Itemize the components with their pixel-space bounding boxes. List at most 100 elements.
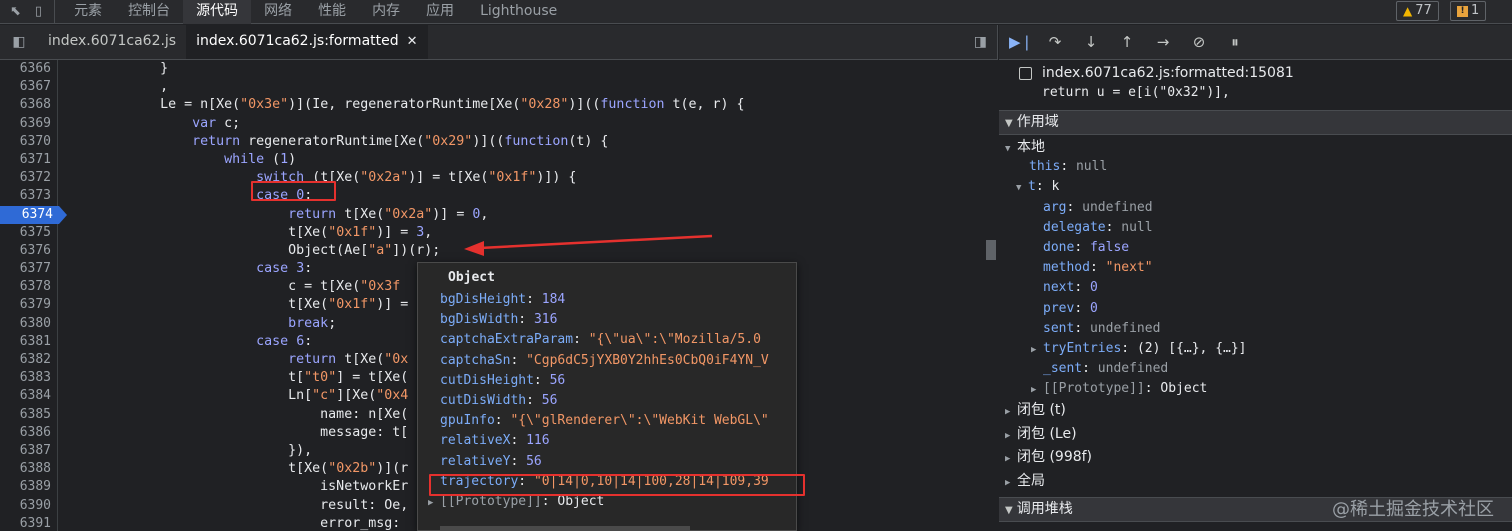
popover-property-row[interactable]: gpuInfo: "{\"glRenderer\":\"WebKit WebGL… [418, 411, 796, 431]
line-number[interactable]: 6367 [0, 78, 57, 96]
scope-prototype-row[interactable]: ▶ [[Prototype]]: Object [999, 379, 1512, 399]
popover-property-row[interactable]: cutDisHeight: 56 [418, 371, 796, 391]
code-line[interactable]: case 0: [64, 187, 979, 205]
popover-property-row[interactable]: relativeY: 56 [418, 452, 796, 472]
scope-property-row[interactable]: done: false [999, 238, 1512, 258]
scope-sent2-row[interactable]: _sent: undefined [999, 359, 1512, 379]
panel-tabs: 元素 控制台 源代码 网络 性能 内存 应用 Lighthouse [55, 0, 570, 24]
scope-property-row[interactable]: delegate: null [999, 218, 1512, 238]
code-line[interactable]: } [64, 60, 979, 78]
line-number-gutter[interactable]: 6366 6367 6368 6369 6370 6371 6372 6373 6374 6375… [0, 60, 67, 531]
line-number[interactable]: 6368 [0, 96, 57, 114]
errors-badge[interactable]: ! 1 [1450, 1, 1487, 21]
popover-property-row[interactable]: bgDisWidth: 316 [418, 310, 796, 330]
panel-tab[interactable]: 元素 [61, 0, 115, 24]
line-number[interactable]: 6374 [0, 205, 67, 224]
scope-closure-row[interactable]: ▶ 闭包 (t) [999, 399, 1512, 423]
line-number[interactable]: 6388 [0, 460, 57, 478]
breakpoint-item[interactable]: index.6071ca62.js:formatted:15081 [999, 63, 1512, 83]
panel-tab[interactable]: Lighthouse [467, 0, 570, 24]
line-number[interactable]: 6383 [0, 369, 57, 387]
line-number[interactable]: 6382 [0, 351, 57, 369]
line-number[interactable]: 6384 [0, 387, 57, 405]
line-number[interactable]: 6375 [0, 224, 57, 242]
code-line[interactable]: Le = n[Xe("0x3e")](Ie, regeneratorRuntim… [64, 96, 979, 114]
code-line[interactable]: return t[Xe("0x2a")] = 0, [64, 206, 979, 224]
line-number[interactable]: 6385 [0, 406, 57, 424]
line-number[interactable]: 6372 [0, 169, 57, 187]
line-number[interactable]: 6377 [0, 260, 57, 278]
property-value: Object [557, 493, 605, 509]
warnings-badge[interactable]: ▲ 77 [1396, 1, 1439, 21]
step-into-icon[interactable]: ↓ [1081, 33, 1101, 51]
scope-this-row[interactable]: this: null [999, 157, 1512, 177]
panel-tab[interactable]: 网络 [251, 0, 305, 24]
code-line[interactable]: switch (t[Xe("0x2a")] = t[Xe("0x1f")]) { [64, 169, 979, 187]
popover-scrollbar[interactable] [440, 526, 690, 530]
line-number[interactable]: 6391 [0, 515, 57, 531]
line-number[interactable]: 6390 [0, 497, 57, 515]
inspect-element-icon[interactable]: ⬉ [10, 5, 21, 18]
scope-property-row[interactable]: sent: undefined [999, 319, 1512, 339]
code-line[interactable]: t[Xe("0x1f")] = 3, [64, 224, 979, 242]
line-number[interactable]: 6386 [0, 424, 57, 442]
popover-property-row[interactable]: bgDisHeight: 184 [418, 290, 796, 310]
panel-tab[interactable]: 内存 [359, 0, 413, 24]
callstack-header-label: 调用堆栈 [1016, 501, 1073, 517]
line-number[interactable]: 6380 [0, 315, 57, 333]
breakpoint-checkbox[interactable] [1019, 66, 1032, 80]
scope-property-row[interactable]: prev: 0 [999, 299, 1512, 319]
line-number[interactable]: 6376 [0, 242, 57, 260]
panel-tab[interactable]: 性能 [305, 0, 359, 24]
panel-tab[interactable]: 应用 [413, 0, 467, 24]
code-line[interactable]: var c; [64, 115, 979, 133]
property-key: cutDisHeight [440, 372, 534, 388]
file-tab-label: index.6071ca62.js:formatted [196, 33, 399, 49]
line-number[interactable]: 6373 [0, 187, 57, 205]
toggle-debugger-icon[interactable]: ◨ [974, 34, 987, 50]
code-line[interactable]: Object(Ae["a"])(r); [64, 242, 979, 260]
popover-property-row[interactable]: cutDisWidth: 56 [418, 391, 796, 411]
scrollbar-thumb[interactable] [986, 240, 996, 260]
scope-t-row[interactable]: ▼ t: k [999, 177, 1512, 197]
line-number[interactable]: 6381 [0, 333, 57, 351]
scope-property-row[interactable]: next: 0 [999, 278, 1512, 298]
file-tab-index-js[interactable]: index.6071ca62.js [38, 24, 186, 59]
code-line[interactable]: while (1) [64, 151, 979, 169]
line-number[interactable]: 6389 [0, 478, 57, 496]
scope-key: tryEntries [1043, 340, 1122, 356]
line-number[interactable]: 6379 [0, 296, 57, 314]
scope-property-row[interactable]: method: "next" [999, 258, 1512, 278]
panel-tab[interactable]: 控制台 [115, 0, 183, 24]
pause-on-exceptions-icon[interactable]: ⏸ [1225, 33, 1245, 51]
scope-tryentries-row[interactable]: ▶ tryEntries: (2) [{…}, {…}] [999, 339, 1512, 359]
code-line[interactable]: , [64, 78, 979, 96]
step-over-icon[interactable]: ↷ [1045, 33, 1065, 51]
vertical-scrollbar[interactable] [984, 60, 998, 531]
popover-property-row[interactable]: relativeX: 116 [418, 431, 796, 451]
scope-local-row[interactable]: ▼ 本地 [999, 137, 1512, 157]
scope-section-header[interactable]: ▼ 作用域 [999, 110, 1512, 135]
scope-closure-row[interactable]: ▶ 闭包 (Le) [999, 423, 1512, 447]
deactivate-breakpoints-icon[interactable]: ⊘ [1189, 33, 1209, 51]
line-number[interactable]: 6387 [0, 442, 57, 460]
line-number[interactable]: 6366 [0, 60, 57, 78]
scope-property-row[interactable]: arg: undefined [999, 198, 1512, 218]
device-toolbar-icon[interactable]: ▯ [35, 5, 42, 18]
toggle-navigator-icon[interactable]: ◧ [0, 24, 38, 59]
line-number[interactable]: 6370 [0, 133, 57, 151]
scope-closure-row[interactable]: ▶ 闭包 (998f) [999, 446, 1512, 470]
code-line[interactable]: return regeneratorRuntime[Xe("0x29")]((f… [64, 133, 979, 151]
line-number[interactable]: 6369 [0, 115, 57, 133]
scope-global-row[interactable]: ▶ 全局 [999, 470, 1512, 493]
line-number[interactable]: 6371 [0, 151, 57, 169]
line-number[interactable]: 6378 [0, 278, 57, 296]
popover-property-row[interactable]: captchaExtraParam: "{\"ua\":\"Mozilla/5.… [418, 330, 796, 350]
step-icon[interactable]: → [1153, 33, 1173, 51]
resume-icon[interactable]: ▶❘ [1009, 33, 1033, 51]
popover-property-row[interactable]: captchaSn: "Cgp6dC5jYXB0Y2hhEs0CbQ0iF4YN… [418, 351, 796, 371]
file-tab-index-js-formatted[interactable]: index.6071ca62.js:formatted ✕ [186, 24, 428, 59]
step-out-icon[interactable]: ↑ [1117, 33, 1137, 51]
panel-tab[interactable]: 源代码 [183, 0, 252, 24]
close-icon[interactable]: ✕ [407, 34, 418, 49]
